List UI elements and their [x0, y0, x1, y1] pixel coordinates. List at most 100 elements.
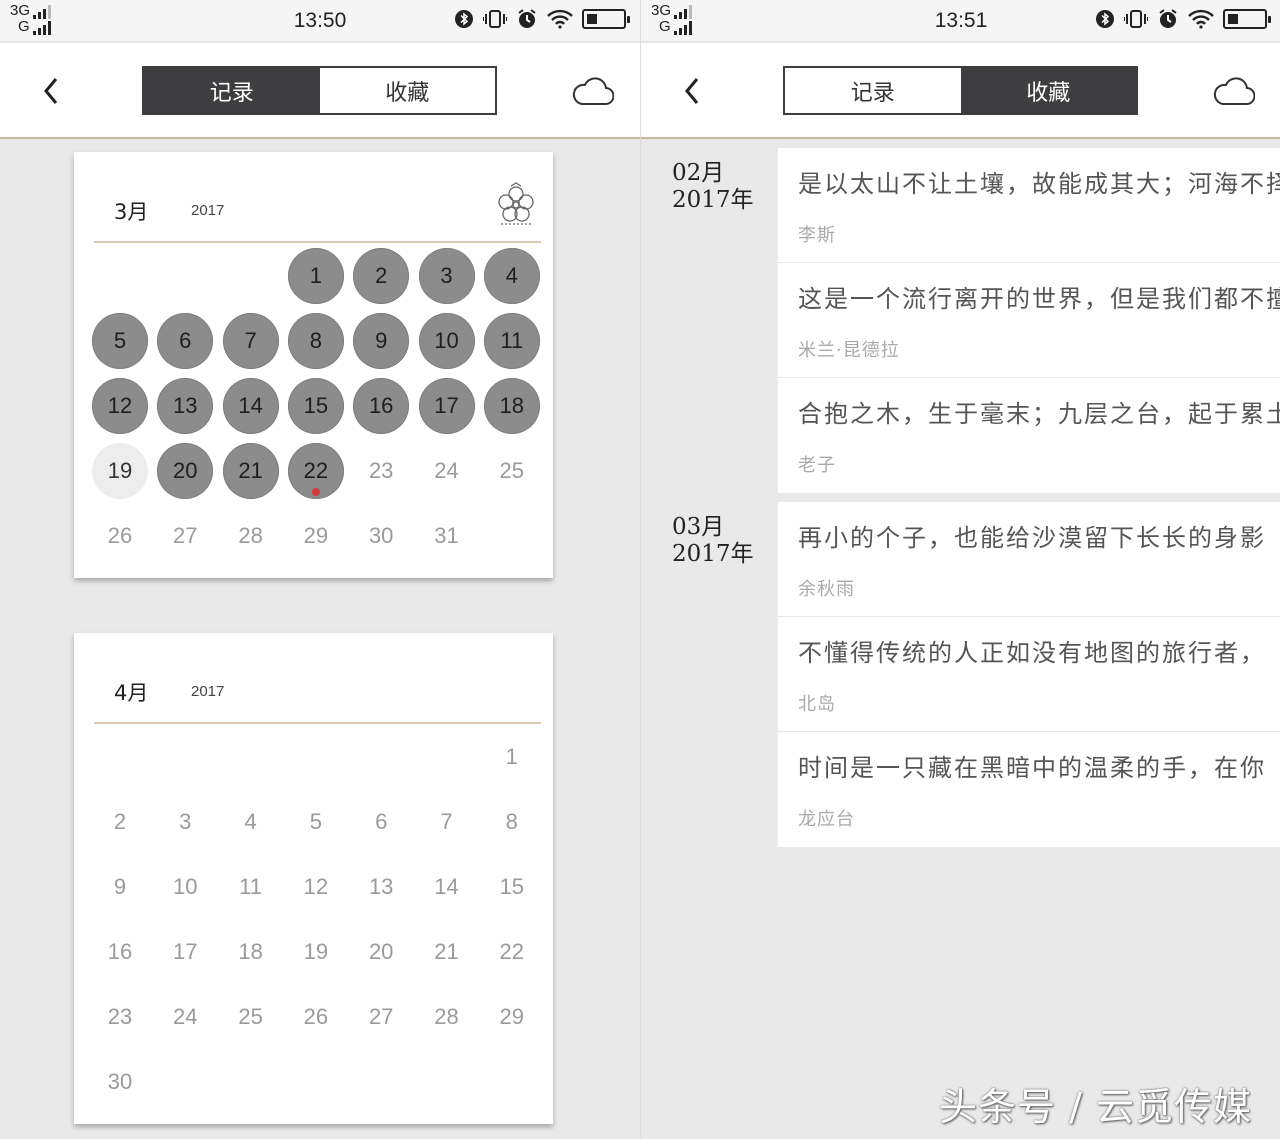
quote-author: 米兰·昆德拉: [798, 340, 900, 361]
calendar-day: 17: [173, 939, 198, 964]
calendar-day: 30: [368, 523, 394, 548]
calendar-day: 18: [238, 939, 263, 964]
calendar-day[interactable]: 4: [483, 248, 540, 304]
calendar-day[interactable]: 20: [157, 443, 214, 499]
calendar-day[interactable]: 8: [287, 313, 344, 369]
new-entry-dot: [311, 488, 320, 496]
calendar-day[interactable]: 2: [353, 248, 410, 304]
calendar-card-march: 3月 2017 1 2 3 4 5 6 7 8 9 10 11 12 13 14 15 16 17 18 19 20 2…: [74, 152, 553, 578]
calendar-day[interactable]: 17: [418, 378, 475, 434]
calendar-day: 16: [107, 939, 133, 964]
quote-item[interactable]: 不懂得传统的人正如没有地图的旅行者， 北岛: [778, 617, 1280, 732]
quote-text: 再小的个子，也能给沙漠留下长长的身影: [798, 524, 1266, 552]
calendar-divider: [94, 722, 541, 724]
quote-list-march: 再小的个子，也能给沙漠留下长长的身影 余秋雨 不懂得传统的人正如没有地图的旅行者…: [778, 502, 1280, 847]
calendar-day[interactable]: 11: [483, 313, 540, 369]
calendar-day: 23: [107, 1004, 133, 1029]
calendar-day[interactable]: 13: [157, 378, 214, 434]
quote-item[interactable]: 是以太山不让土壤，故能成其大；河海不择细流，故能就其深 李斯: [778, 148, 1280, 263]
calendar-year: 2017: [191, 683, 225, 700]
group-year: 2017年: [672, 541, 754, 567]
tab-favorites[interactable]: 收藏: [960, 68, 1136, 113]
calendar-day: 15: [499, 874, 525, 899]
group-month: 02月: [672, 160, 725, 186]
cloud-sync-button[interactable]: [572, 75, 615, 111]
back-arrow-icon: [685, 78, 699, 104]
calendar-day[interactable]: 12: [92, 378, 148, 434]
calendar-day: 28: [434, 1004, 459, 1029]
calendar-day: 29: [303, 523, 329, 548]
flower-icon: [498, 182, 534, 225]
back-arrow-icon: [44, 78, 58, 104]
quote-item[interactable]: 时间是一只藏在黑暗中的温柔的手，在你 龙应台: [778, 732, 1280, 847]
battery-icon: [1223, 9, 1271, 29]
tab-record[interactable]: 记录: [785, 68, 961, 113]
calendar-day: 1: [505, 744, 518, 769]
calendar-day: 26: [303, 1004, 329, 1029]
calendar-year: 2017: [191, 202, 225, 219]
calendar-day: 7: [440, 809, 453, 834]
quote-author: 李斯: [798, 225, 836, 246]
calendar-day: 31: [434, 523, 459, 548]
app-header: 记录 收藏: [641, 43, 1280, 139]
quote-text: 时间是一只藏在黑暗中的温柔的手，在你: [798, 754, 1266, 782]
calendar-day: 23: [368, 458, 394, 483]
group-year: 2017年: [672, 187, 754, 213]
calendar-day[interactable]: 15: [287, 378, 344, 434]
back-button[interactable]: [36, 73, 66, 109]
calendar-day: 11: [239, 874, 263, 899]
calendar-day[interactable]: 9: [353, 313, 410, 369]
back-button[interactable]: [677, 73, 707, 109]
tab-record[interactable]: 记录: [144, 68, 320, 113]
cloud-sync-button[interactable]: [1213, 75, 1256, 111]
calendar-month: 4月: [114, 681, 149, 705]
calendar-day-today[interactable]: 19: [92, 443, 148, 499]
calendar-divider: [94, 241, 541, 243]
calendar-screen: 3G G 13:50 记录 收藏 3月 2017 1 2 3 4 5 6 7 8…: [0, 0, 640, 1139]
vibrate-icon: [483, 10, 507, 28]
calendar-day: 22: [499, 939, 525, 964]
cloud-icon: [572, 77, 615, 105]
calendar-day[interactable]: 10: [418, 313, 475, 369]
quote-item[interactable]: 这是一个流行离开的世界，但是我们都不擅长告别 米兰·昆德拉: [778, 263, 1280, 378]
calendar-day: 27: [173, 523, 198, 548]
calendar-day[interactable]: 5: [92, 313, 148, 369]
calendar-day: 20: [368, 939, 394, 964]
calendar-day[interactable]: 3: [418, 248, 475, 304]
quote-item[interactable]: 再小的个子，也能给沙漠留下长长的身影 余秋雨: [778, 502, 1280, 617]
calendar-day: 25: [238, 1004, 263, 1029]
calendar-day: 28: [238, 523, 263, 548]
tab-switcher: 记录 收藏: [783, 66, 1138, 115]
calendar-day[interactable]: 7: [222, 313, 279, 369]
calendar-day[interactable]: 14: [222, 378, 279, 434]
quote-item[interactable]: 合抱之木，生于毫末；九层之台，起于累土 老子: [778, 378, 1280, 493]
tab-favorites[interactable]: 收藏: [319, 68, 495, 113]
calendar-day[interactable]: 18: [483, 378, 540, 434]
quote-text: 这是一个流行离开的世界，但是我们都不擅长告别: [798, 285, 1280, 313]
wifi-icon: [1188, 9, 1214, 29]
calendar-day[interactable]: 22: [287, 443, 344, 499]
quote-author: 北岛: [798, 694, 836, 715]
calendar-day: 21: [434, 939, 459, 964]
status-icons: [1095, 8, 1271, 30]
calendar-day[interactable]: 16: [353, 378, 410, 434]
calendar-day[interactable]: 21: [222, 443, 279, 499]
calendar-card-april: 4月 2017 1 2 3 4 5 6 7 8 9 10 11 12 13 14 15 16 17 18 19 20 2…: [74, 633, 553, 1124]
calendar-day: 3: [179, 809, 192, 834]
calendar-day[interactable]: 1: [287, 248, 344, 304]
quote-author: 龙应台: [798, 809, 855, 830]
quote-text: 合抱之木，生于毫末；九层之台，起于累土: [798, 400, 1280, 428]
calendar-day: 19: [303, 939, 329, 964]
calendar-day: 14: [434, 874, 459, 899]
battery-icon: [582, 9, 630, 29]
group-date-february: 02月 2017年: [672, 160, 754, 214]
app-header: 记录 收藏: [0, 43, 640, 139]
calendar-day: 5: [309, 809, 323, 834]
wifi-icon: [547, 9, 573, 29]
calendar-day: 13: [368, 874, 394, 899]
calendar-day: 30: [107, 1069, 133, 1094]
calendar-day[interactable]: 6: [157, 313, 214, 369]
calendar-day: 24: [434, 458, 459, 483]
cloud-icon: [1213, 77, 1256, 105]
calendar-day: 2: [113, 809, 127, 834]
